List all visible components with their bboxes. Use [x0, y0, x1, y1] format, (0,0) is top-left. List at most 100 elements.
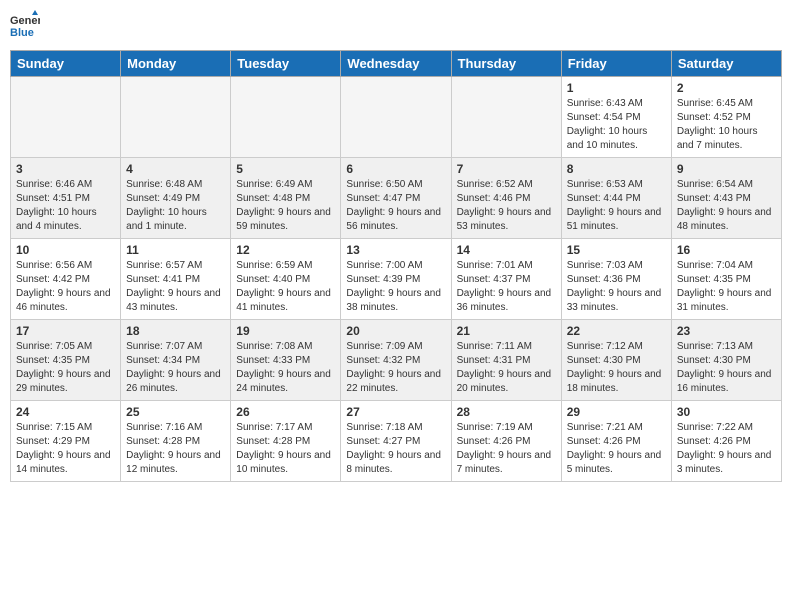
day-number: 24 — [16, 405, 115, 419]
calendar-cell: 5 Sunrise: 6:49 AM Sunset: 4:48 PM Daylig… — [231, 158, 341, 239]
day-number: 22 — [567, 324, 666, 338]
day-info: Sunrise: 7:01 AM Sunset: 4:37 PM Dayligh… — [457, 259, 556, 315]
calendar-cell: 3Sunrise: 6:46 AM Sunset: 4:51 PM Daylig… — [11, 158, 121, 239]
day-number: 23 — [677, 324, 776, 338]
calendar-cell: 11Sunrise: 6:57 AM Sunset: 4:41 PM Dayli… — [121, 239, 231, 320]
day-info: Sunrise: 6:48 AM Sunset: 4:49 PM Dayligh… — [126, 178, 225, 234]
day-number: 8 — [567, 162, 666, 176]
calendar-cell — [341, 77, 451, 158]
calendar-cell — [231, 77, 341, 158]
day-info: Sunrise: 7:21 AM Sunset: 4:26 PM Dayligh… — [567, 421, 666, 477]
calendar-body: 1 Sunrise: 6:43 AM Sunset: 4:54 PM Daylig… — [11, 77, 782, 482]
day-of-week-tuesday: Tuesday — [231, 51, 341, 77]
day-of-week-thursday: Thursday — [451, 51, 561, 77]
day-number: 9 — [677, 162, 776, 176]
calendar-cell: 12 Sunrise: 6:59 AM Sunset: 4:40 PM Dayli… — [231, 239, 341, 320]
day-info: Sunrise: 6:54 AM Sunset: 4:43 PM Dayligh… — [677, 178, 776, 234]
day-info: Sunrise: 6:56 AM Sunset: 4:42 PM Dayligh… — [16, 259, 115, 315]
day-number: 10 — [16, 243, 115, 257]
day-number: 13 — [346, 243, 445, 257]
calendar-cell: 22 Sunrise: 7:12 AM Sunset: 4:30 PM Dayli… — [561, 320, 671, 401]
calendar-cell — [121, 77, 231, 158]
day-number: 5 — [236, 162, 335, 176]
day-info: Sunrise: 6:49 AM Sunset: 4:48 PM Dayligh… — [236, 178, 335, 234]
day-number: 4 — [126, 162, 225, 176]
calendar-cell: 13 Sunrise: 7:00 AM Sunset: 4:39 PM Dayli… — [341, 239, 451, 320]
calendar-cell: 4 Sunrise: 6:48 AM Sunset: 4:49 PM Daylig… — [121, 158, 231, 239]
day-number: 19 — [236, 324, 335, 338]
day-info: Sunrise: 7:15 AM Sunset: 4:29 PM Dayligh… — [16, 421, 115, 477]
day-info: Sunrise: 7:07 AM Sunset: 4:34 PM Dayligh… — [126, 340, 225, 396]
day-number: 6 — [346, 162, 445, 176]
day-info: Sunrise: 6:50 AM Sunset: 4:47 PM Dayligh… — [346, 178, 445, 234]
day-info: Sunrise: 6:45 AM Sunset: 4:52 PM Dayligh… — [677, 97, 776, 153]
week-row-5: 24 Sunrise: 7:15 AM Sunset: 4:29 PM Dayli… — [11, 401, 782, 482]
calendar-cell: 20 Sunrise: 7:09 AM Sunset: 4:32 PM Dayli… — [341, 320, 451, 401]
week-row-2: 3Sunrise: 6:46 AM Sunset: 4:51 PM Daylig… — [11, 158, 782, 239]
calendar-cell: 26 Sunrise: 7:17 AM Sunset: 4:28 PM Dayli… — [231, 401, 341, 482]
day-info: Sunrise: 7:19 AM Sunset: 4:26 PM Dayligh… — [457, 421, 556, 477]
day-info: Sunrise: 7:16 AM Sunset: 4:28 PM Dayligh… — [126, 421, 225, 477]
calendar-cell: 1 Sunrise: 6:43 AM Sunset: 4:54 PM Daylig… — [561, 77, 671, 158]
calendar-cell: 23 Sunrise: 7:13 AM Sunset: 4:30 PM Dayli… — [671, 320, 781, 401]
calendar-cell — [451, 77, 561, 158]
day-info: Sunrise: 7:22 AM Sunset: 4:26 PM Dayligh… — [677, 421, 776, 477]
day-info: Sunrise: 6:53 AM Sunset: 4:44 PM Dayligh… — [567, 178, 666, 234]
day-number: 25 — [126, 405, 225, 419]
day-info: Sunrise: 6:46 AM Sunset: 4:51 PM Dayligh… — [16, 178, 115, 234]
page-header: General Blue — [10, 10, 782, 40]
day-number: 30 — [677, 405, 776, 419]
day-info: Sunrise: 7:09 AM Sunset: 4:32 PM Dayligh… — [346, 340, 445, 396]
day-info: Sunrise: 7:12 AM Sunset: 4:30 PM Dayligh… — [567, 340, 666, 396]
day-info: Sunrise: 7:17 AM Sunset: 4:28 PM Dayligh… — [236, 421, 335, 477]
week-row-4: 17 Sunrise: 7:05 AM Sunset: 4:35 PM Dayli… — [11, 320, 782, 401]
calendar-cell: 16 Sunrise: 7:04 AM Sunset: 4:35 PM Dayli… — [671, 239, 781, 320]
day-of-week-friday: Friday — [561, 51, 671, 77]
logo: General Blue — [10, 10, 40, 40]
day-info: Sunrise: 7:11 AM Sunset: 4:31 PM Dayligh… — [457, 340, 556, 396]
week-row-1: 1 Sunrise: 6:43 AM Sunset: 4:54 PM Daylig… — [11, 77, 782, 158]
day-number: 17 — [16, 324, 115, 338]
calendar-cell: 19Sunrise: 7:08 AM Sunset: 4:33 PM Dayli… — [231, 320, 341, 401]
days-of-week-header: SundayMondayTuesdayWednesdayThursdayFrid… — [11, 51, 782, 77]
svg-text:General: General — [10, 15, 40, 27]
day-number: 12 — [236, 243, 335, 257]
day-info: Sunrise: 7:00 AM Sunset: 4:39 PM Dayligh… — [346, 259, 445, 315]
calendar-cell: 8 Sunrise: 6:53 AM Sunset: 4:44 PM Daylig… — [561, 158, 671, 239]
calendar-cell: 24 Sunrise: 7:15 AM Sunset: 4:29 PM Dayli… — [11, 401, 121, 482]
day-info: Sunrise: 7:04 AM Sunset: 4:35 PM Dayligh… — [677, 259, 776, 315]
day-number: 2 — [677, 81, 776, 95]
day-info: Sunrise: 6:57 AM Sunset: 4:41 PM Dayligh… — [126, 259, 225, 315]
day-info: Sunrise: 7:03 AM Sunset: 4:36 PM Dayligh… — [567, 259, 666, 315]
day-info: Sunrise: 6:52 AM Sunset: 4:46 PM Dayligh… — [457, 178, 556, 234]
day-number: 14 — [457, 243, 556, 257]
day-info: Sunrise: 7:13 AM Sunset: 4:30 PM Dayligh… — [677, 340, 776, 396]
week-row-3: 10 Sunrise: 6:56 AM Sunset: 4:42 PM Dayli… — [11, 239, 782, 320]
calendar-cell: 15 Sunrise: 7:03 AM Sunset: 4:36 PM Dayli… — [561, 239, 671, 320]
calendar-cell: 17 Sunrise: 7:05 AM Sunset: 4:35 PM Dayli… — [11, 320, 121, 401]
calendar-cell: 30 Sunrise: 7:22 AM Sunset: 4:26 PM Dayli… — [671, 401, 781, 482]
day-info: Sunrise: 7:18 AM Sunset: 4:27 PM Dayligh… — [346, 421, 445, 477]
day-number: 26 — [236, 405, 335, 419]
day-number: 28 — [457, 405, 556, 419]
calendar-cell: 28 Sunrise: 7:19 AM Sunset: 4:26 PM Dayli… — [451, 401, 561, 482]
calendar-cell: 18 Sunrise: 7:07 AM Sunset: 4:34 PM Dayli… — [121, 320, 231, 401]
day-info: Sunrise: 7:05 AM Sunset: 4:35 PM Dayligh… — [16, 340, 115, 396]
calendar-cell: 2 Sunrise: 6:45 AM Sunset: 4:52 PM Daylig… — [671, 77, 781, 158]
svg-text:Blue: Blue — [10, 27, 34, 39]
calendar-cell: 27 Sunrise: 7:18 AM Sunset: 4:27 PM Dayli… — [341, 401, 451, 482]
day-number: 18 — [126, 324, 225, 338]
calendar-cell: 6 Sunrise: 6:50 AM Sunset: 4:47 PM Daylig… — [341, 158, 451, 239]
calendar-cell: 10 Sunrise: 6:56 AM Sunset: 4:42 PM Dayli… — [11, 239, 121, 320]
calendar-cell — [11, 77, 121, 158]
day-number: 1 — [567, 81, 666, 95]
day-info: Sunrise: 6:59 AM Sunset: 4:40 PM Dayligh… — [236, 259, 335, 315]
day-number: 27 — [346, 405, 445, 419]
day-info: Sunrise: 6:43 AM Sunset: 4:54 PM Dayligh… — [567, 97, 666, 153]
day-number: 29 — [567, 405, 666, 419]
day-of-week-wednesday: Wednesday — [341, 51, 451, 77]
day-number: 16 — [677, 243, 776, 257]
calendar-cell: 9 Sunrise: 6:54 AM Sunset: 4:43 PM Daylig… — [671, 158, 781, 239]
day-number: 20 — [346, 324, 445, 338]
day-number: 15 — [567, 243, 666, 257]
